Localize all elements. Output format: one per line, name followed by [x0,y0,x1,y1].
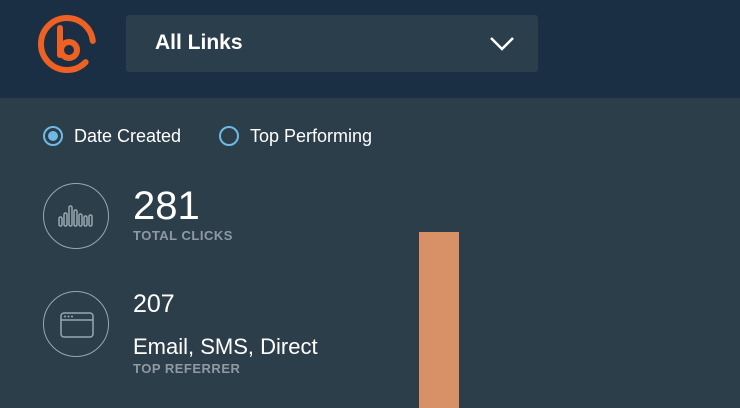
top-referrer-name: Email, SMS, Direct [133,334,318,359]
top-bar: All Links [0,0,740,98]
radio-top-performing[interactable]: Top Performing [219,123,372,149]
radio-button-unchecked[interactable] [219,126,239,146]
chart-bar[interactable] [419,232,459,408]
radio-button-checked[interactable] [43,126,63,146]
chevron-down-icon [490,37,514,51]
top-referrer-caption: TOP REFERRER [133,361,241,376]
radio-date-created[interactable]: Date Created [43,123,181,149]
links-filter-dropdown[interactable]: All Links [126,15,538,72]
total-clicks-value: 281 [133,184,200,228]
bar-chart-icon [43,183,109,249]
radio-label-date-created: Date Created [74,125,182,146]
radio-label-top-performing: Top Performing [250,125,373,146]
bitly-logo[interactable] [36,13,98,75]
dropdown-selected-label: All Links [155,31,243,54]
top-referrer-value: 207 [133,290,175,318]
total-clicks-caption: TOTAL CLICKS [133,228,233,243]
browser-window-icon [43,291,109,357]
